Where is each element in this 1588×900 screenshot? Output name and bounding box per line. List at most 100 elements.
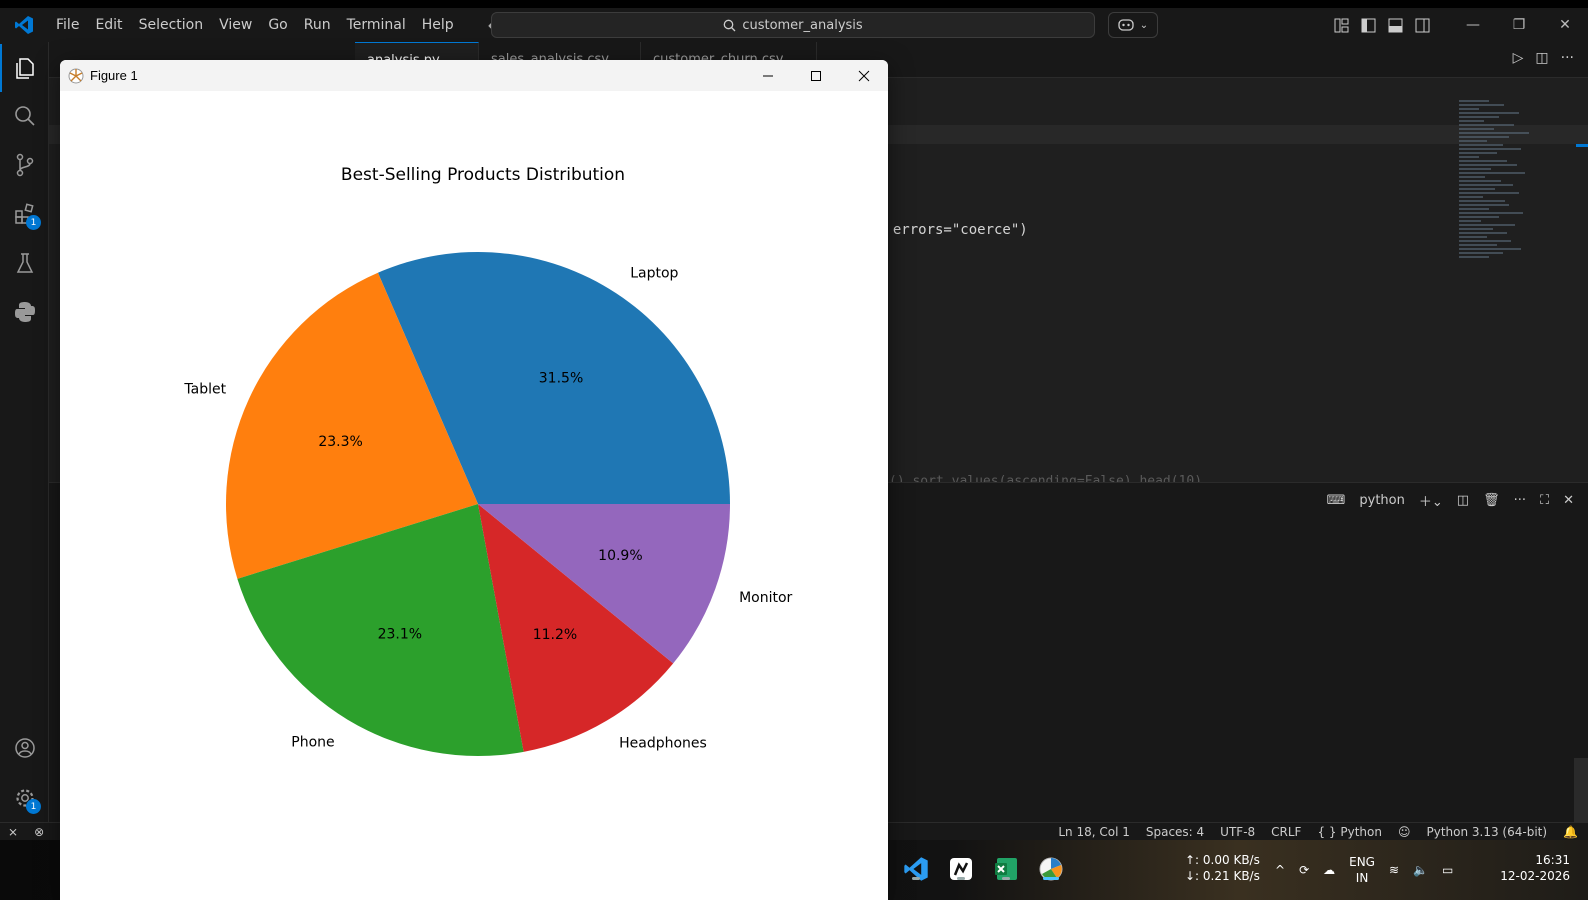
python-icon[interactable]: [0, 288, 49, 336]
minimap[interactable]: [1459, 100, 1559, 320]
network-download: ↓: 0.21 KB/s: [1185, 869, 1260, 883]
title-bar: File Edit Selection View Go Run Terminal…: [0, 8, 1588, 42]
input-language[interactable]: ENG: [1349, 854, 1375, 870]
menu-view[interactable]: View: [211, 8, 260, 42]
restore-icon[interactable]: ❐: [1496, 8, 1542, 42]
minimap-line: [1459, 212, 1523, 214]
more-actions-icon[interactable]: ···: [1514, 493, 1526, 508]
cursor-position[interactable]: Ln 18, Col 1: [1058, 825, 1130, 839]
pie-chart: Best-Selling Products Distribution 31.5%…: [60, 91, 888, 900]
terminal-icon: ⌨: [1326, 493, 1346, 508]
menu-selection[interactable]: Selection: [131, 8, 212, 42]
pie-category-label: Tablet: [183, 381, 226, 397]
minimap-line: [1459, 128, 1494, 130]
toggle-secondary-sidebar-icon[interactable]: [1409, 8, 1436, 42]
active-indicator: [1043, 877, 1059, 880]
run-icon[interactable]: ▷: [1513, 50, 1524, 66]
network-upload: ↑: 0.00 KB/s: [1185, 853, 1260, 867]
clock[interactable]: 16:31 12-02-2026: [1500, 852, 1570, 884]
minimize-icon[interactable]: —: [1450, 8, 1496, 42]
new-terminal-icon[interactable]: ＋⌄: [1419, 491, 1443, 510]
sync-icon[interactable]: ⟳: [1299, 863, 1309, 877]
search-icon: [723, 19, 736, 31]
battery-icon[interactable]: ▭: [1442, 863, 1453, 877]
terminal-scrollbar[interactable]: [1574, 758, 1588, 822]
python-interpreter[interactable]: Python 3.13 (64-bit): [1426, 825, 1547, 839]
figure-minimize-icon[interactable]: [744, 60, 792, 91]
chart-title: Best-Selling Products Distribution: [341, 165, 625, 185]
encoding[interactable]: UTF-8: [1220, 825, 1255, 839]
figure-close-icon[interactable]: [840, 60, 888, 91]
code-line[interactable]: , errors="coerce"): [876, 222, 1028, 238]
source-control-icon[interactable]: [0, 141, 49, 189]
trash-icon[interactable]: 🗑: [1483, 493, 1500, 508]
problems-icon[interactable]: ⊗: [34, 825, 44, 839]
menu-go[interactable]: Go: [260, 8, 295, 42]
menu-help[interactable]: Help: [414, 8, 462, 42]
indentation[interactable]: Spaces: 4: [1146, 825, 1204, 839]
menu-edit[interactable]: Edit: [87, 8, 130, 42]
toggle-panel-icon[interactable]: [1382, 8, 1409, 42]
minimap-line: [1459, 108, 1479, 110]
explorer-icon[interactable]: [0, 44, 49, 92]
wifi-icon[interactable]: ≋: [1389, 863, 1399, 877]
copilot-button[interactable]: ⌄: [1108, 12, 1158, 38]
running-indicator: [957, 877, 965, 880]
minimap-line: [1459, 236, 1487, 238]
onedrive-icon[interactable]: ☁: [1323, 863, 1335, 877]
language-mode[interactable]: { } Python: [1317, 825, 1382, 839]
input-region[interactable]: IN: [1349, 870, 1375, 886]
split-terminal-icon[interactable]: ◫: [1457, 493, 1469, 508]
minimap-line: [1459, 172, 1525, 174]
figure-maximize-icon[interactable]: [792, 60, 840, 91]
gear-icon[interactable]: 1: [0, 774, 49, 822]
testing-icon[interactable]: [0, 239, 49, 287]
volume-icon[interactable]: 🔈: [1413, 863, 1428, 877]
minimap-line: [1459, 248, 1521, 250]
accounts-icon[interactable]: [0, 724, 49, 772]
minimap-line: [1459, 160, 1507, 162]
extensions-icon[interactable]: 1: [0, 190, 49, 238]
minimap-line: [1459, 100, 1489, 102]
minimap-line: [1459, 120, 1484, 122]
close-icon[interactable]: ✕: [1542, 8, 1588, 42]
minimap-line: [1459, 104, 1504, 106]
extensions-badge: 1: [26, 215, 41, 230]
minimap-line: [1459, 188, 1495, 190]
remote-icon[interactable]: ⨯: [8, 825, 18, 839]
chevron-up-icon[interactable]: ^: [1275, 863, 1285, 877]
notifications-bell-icon[interactable]: 🔔: [1563, 825, 1578, 839]
vscode-taskbar-icon[interactable]: [901, 854, 931, 884]
minimap-line: [1459, 136, 1509, 138]
copilot-status-icon[interactable]: ☺: [1398, 825, 1411, 839]
time: 16:31: [1535, 853, 1570, 867]
search-icon[interactable]: [0, 92, 49, 140]
minimap-line: [1459, 148, 1521, 150]
figure-title: Figure 1: [90, 68, 138, 83]
split-editor-icon[interactable]: ◫: [1535, 50, 1548, 66]
command-center-search[interactable]: customer_analysis: [491, 12, 1095, 38]
pie-category-label: Laptop: [630, 265, 678, 281]
terminal-name[interactable]: python: [1359, 493, 1404, 508]
customize-layout-icon[interactable]: [1328, 8, 1355, 42]
menu-run[interactable]: Run: [296, 8, 339, 42]
figure-title-bar[interactable]: Figure 1: [60, 60, 888, 91]
minimap-line: [1459, 164, 1517, 166]
maximize-panel-icon[interactable]: ⛶: [1540, 493, 1549, 508]
pie-percent-label: 23.1%: [378, 626, 422, 642]
toggle-sidebar-icon[interactable]: [1355, 8, 1382, 42]
close-panel-icon[interactable]: ✕: [1563, 493, 1574, 508]
minimap-line: [1459, 168, 1491, 170]
matplotlib-figure-icon[interactable]: [1036, 854, 1066, 884]
minimap-line: [1459, 216, 1499, 218]
minimap-line: [1459, 144, 1503, 146]
line-endings[interactable]: CRLF: [1271, 825, 1301, 839]
excel-icon[interactable]: [991, 854, 1021, 884]
app-icon[interactable]: [946, 854, 976, 884]
minimap-line: [1459, 132, 1529, 134]
menu-file[interactable]: File: [48, 8, 87, 42]
more-actions-icon[interactable]: ···: [1561, 50, 1574, 66]
pie-category-label: Phone: [291, 734, 334, 750]
date: 12-02-2026: [1500, 869, 1570, 883]
menu-terminal[interactable]: Terminal: [339, 8, 414, 42]
